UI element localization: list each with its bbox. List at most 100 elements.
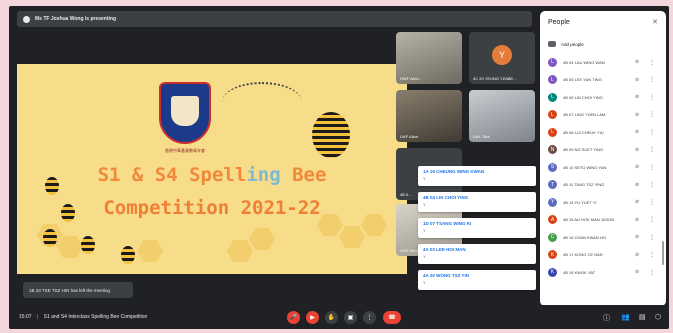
avatar: A bbox=[548, 215, 557, 224]
activities-icon[interactable]: ⬡ bbox=[655, 313, 661, 321]
hex-decoration bbox=[339, 226, 365, 248]
participant-row[interactable]: L 4B 06 LIN CHOI YING ⊘ ⋮ bbox=[548, 90, 660, 104]
avatar: K bbox=[548, 267, 557, 277]
camera-toggle-button[interactable]: ▶ bbox=[306, 311, 319, 324]
participant-row[interactable]: L 4B 07 LING YUEN LAM ⊘ ⋮ bbox=[548, 108, 660, 122]
participant-name: 4B 07 LING YUEN LAM bbox=[563, 112, 606, 117]
bee-icon bbox=[121, 246, 135, 264]
chat-notification[interactable]: 4B 04 LIN CHOI YING Y bbox=[418, 192, 536, 212]
bee-icon bbox=[43, 229, 57, 247]
bee-flight-path bbox=[222, 82, 302, 122]
chat-notification[interactable]: 1A 19 CHEUNG WING KWAN Y bbox=[418, 166, 536, 186]
more-vert-icon[interactable]: ⋮ bbox=[649, 181, 655, 188]
more-vert-icon[interactable]: ⋮ bbox=[649, 94, 655, 101]
bee-mascot-icon bbox=[312, 112, 350, 158]
add-people-button[interactable]: Add people bbox=[548, 41, 584, 47]
participant-tile[interactable]: LWF Allan bbox=[396, 90, 462, 142]
avatar: L bbox=[548, 127, 557, 137]
mic-muted-icon: ⊘ bbox=[635, 199, 640, 205]
more-vert-icon[interactable]: ⋮ bbox=[649, 216, 655, 223]
meet-window: Ms TF Joshua Wong is presenting 香港中華基督教青… bbox=[9, 6, 669, 329]
participant-tile[interactable]: HWF Alvin... bbox=[396, 32, 462, 84]
mic-muted-icon: ⊘ bbox=[635, 59, 640, 65]
presenting-text: Ms TF Joshua Wong is presenting bbox=[35, 16, 117, 22]
meeting-info: 15:07 | S1 and S4 Interclass Spelling Be… bbox=[19, 314, 147, 320]
chat-notification[interactable]: 4A 20 WONG TSZ YIN Y bbox=[418, 270, 536, 290]
chat-icon[interactable]: ▤ bbox=[639, 313, 646, 321]
mic-muted-icon: ⊘ bbox=[635, 94, 640, 100]
participant-name: 4B 08 LUI CHEUK YIU bbox=[563, 129, 604, 135]
shared-slide: 香港中華基督教青年會 S1 & S4 Spelling Bee Competit… bbox=[17, 64, 407, 274]
chat-notification[interactable]: 4A 03 LEE HOI MAN Y bbox=[418, 244, 536, 264]
hex-decoration bbox=[249, 228, 275, 250]
avatar: Y bbox=[492, 44, 512, 65]
hex-decoration bbox=[227, 240, 253, 262]
close-icon[interactable]: ✕ bbox=[652, 18, 658, 26]
participant-row[interactable]: L 4B 05 LEE YAN TING ⊘ ⋮ bbox=[548, 73, 660, 87]
people-icon[interactable]: 👥 bbox=[621, 313, 630, 321]
participant-row[interactable]: L 4B 08 LUI CHEUK YIU ⊘ ⋮ bbox=[548, 125, 660, 139]
participant-name: 4B 05 LEE YAN TING bbox=[563, 77, 602, 82]
participant-tile[interactable]: Y 4C 20 YEUNG YZABE... bbox=[469, 32, 535, 84]
more-vert-icon[interactable]: ⋮ bbox=[649, 164, 655, 171]
avatar: L bbox=[548, 110, 557, 119]
leave-call-button[interactable]: ☎ bbox=[383, 311, 401, 324]
chat-notification[interactable]: 1D 07 TSANG WING KI Y bbox=[418, 218, 536, 238]
participant-row[interactable]: S 4B 10 SETO WING YAN ⊘ ⋮ bbox=[548, 160, 660, 174]
participant-row[interactable]: T 4B 11 TANG TSZ YING ⊘ ⋮ bbox=[548, 178, 660, 192]
mic-muted-icon: ⊘ bbox=[635, 164, 640, 170]
participant-row[interactable]: L 4B 04 LAU WING WAN ⊘ ⋮ bbox=[548, 55, 660, 69]
more-options-button[interactable]: ⋮ bbox=[363, 311, 376, 324]
presenting-banner: Ms TF Joshua Wong is presenting bbox=[17, 11, 532, 27]
people-panel: People ✕ Add people L 4B 04 LAU WING WAN ⊘… bbox=[540, 11, 666, 306]
participant-row[interactable]: K 4B 17 KONG CE NAN ⊘ ⋮ bbox=[548, 248, 660, 262]
mic-muted-icon: ⊘ bbox=[635, 76, 640, 83]
crest-label: 香港中華基督教青年會 bbox=[165, 148, 205, 153]
participant-name: 4B 06 LIN CHOI YING bbox=[563, 94, 603, 100]
school-crest: 香港中華基督教青年會 bbox=[159, 82, 211, 153]
info-icon[interactable]: ⓘ bbox=[603, 313, 610, 323]
participant-row[interactable]: A 4B 15 AU HOK MAN JASON ⊘ ⋮ bbox=[548, 213, 660, 227]
avatar: L bbox=[548, 57, 557, 67]
scrollbar[interactable] bbox=[662, 241, 664, 265]
mic-muted-icon: ⊘ bbox=[635, 251, 640, 258]
bottom-toolbar: 15:07 | S1 and S4 Interclass Spelling Be… bbox=[9, 305, 669, 329]
mic-muted-icon: ⊘ bbox=[635, 146, 640, 153]
participant-row[interactable]: C 4B 16 CHAN KWAN HO ⊘ ⋮ bbox=[548, 230, 660, 244]
mic-muted-icon: ⊘ bbox=[635, 234, 640, 240]
bee-icon bbox=[81, 236, 95, 254]
more-vert-icon[interactable]: ⋮ bbox=[649, 251, 655, 258]
participant-row[interactable]: K 4B 18 KWOK YAT ⊘ ⋮ bbox=[548, 265, 660, 279]
more-vert-icon[interactable]: ⋮ bbox=[649, 59, 655, 66]
avatar: S bbox=[548, 162, 557, 172]
present-button[interactable]: ▣ bbox=[344, 311, 357, 324]
more-vert-icon[interactable]: ⋮ bbox=[649, 76, 655, 83]
mic-muted-icon: ⊘ bbox=[635, 111, 640, 118]
add-person-icon bbox=[548, 41, 556, 47]
separator: | bbox=[36, 314, 39, 320]
presenter-icon bbox=[23, 15, 30, 23]
mic-muted-icon: ⊘ bbox=[635, 216, 640, 223]
hex-decoration bbox=[137, 240, 163, 262]
participant-tile[interactable]: LWL Tina bbox=[469, 90, 535, 142]
more-vert-icon[interactable]: ⋮ bbox=[649, 234, 655, 241]
slide-title-line1: S1 & S4 Spelling Bee bbox=[97, 164, 327, 186]
bee-icon bbox=[61, 204, 75, 222]
more-vert-icon[interactable]: ⋮ bbox=[649, 146, 655, 153]
more-vert-icon[interactable]: ⋮ bbox=[649, 129, 655, 136]
participant-row[interactable]: Y 4B 14 YU YUET YI ⊘ ⋮ bbox=[548, 195, 660, 209]
more-vert-icon[interactable]: ⋮ bbox=[649, 269, 655, 276]
more-vert-icon[interactable]: ⋮ bbox=[649, 199, 655, 206]
more-vert-icon[interactable]: ⋮ bbox=[649, 111, 655, 118]
meeting-title: S1 and S4 Interclass Spelling Bee Compet… bbox=[43, 314, 148, 320]
participant-name: 4B 09 NG SUET YING bbox=[563, 147, 604, 152]
avatar: L bbox=[548, 92, 557, 102]
raise-hand-button[interactable]: ✋ bbox=[325, 311, 338, 324]
participant-name: 4B 10 SETO WING YAN bbox=[563, 164, 607, 170]
participant-name: 4B 16 CHAN KWAN HO bbox=[563, 234, 606, 240]
mic-toggle-button[interactable]: 🎤 bbox=[287, 311, 300, 324]
clock-time: 15:07 bbox=[19, 314, 32, 320]
participant-row[interactable]: N 4B 09 NG SUET YING ⊘ ⋮ bbox=[548, 143, 660, 157]
participant-name: 4B 15 AU HOK MAN JASON bbox=[563, 217, 615, 222]
slide-title-line2: Competition 2021-22 bbox=[103, 197, 321, 219]
